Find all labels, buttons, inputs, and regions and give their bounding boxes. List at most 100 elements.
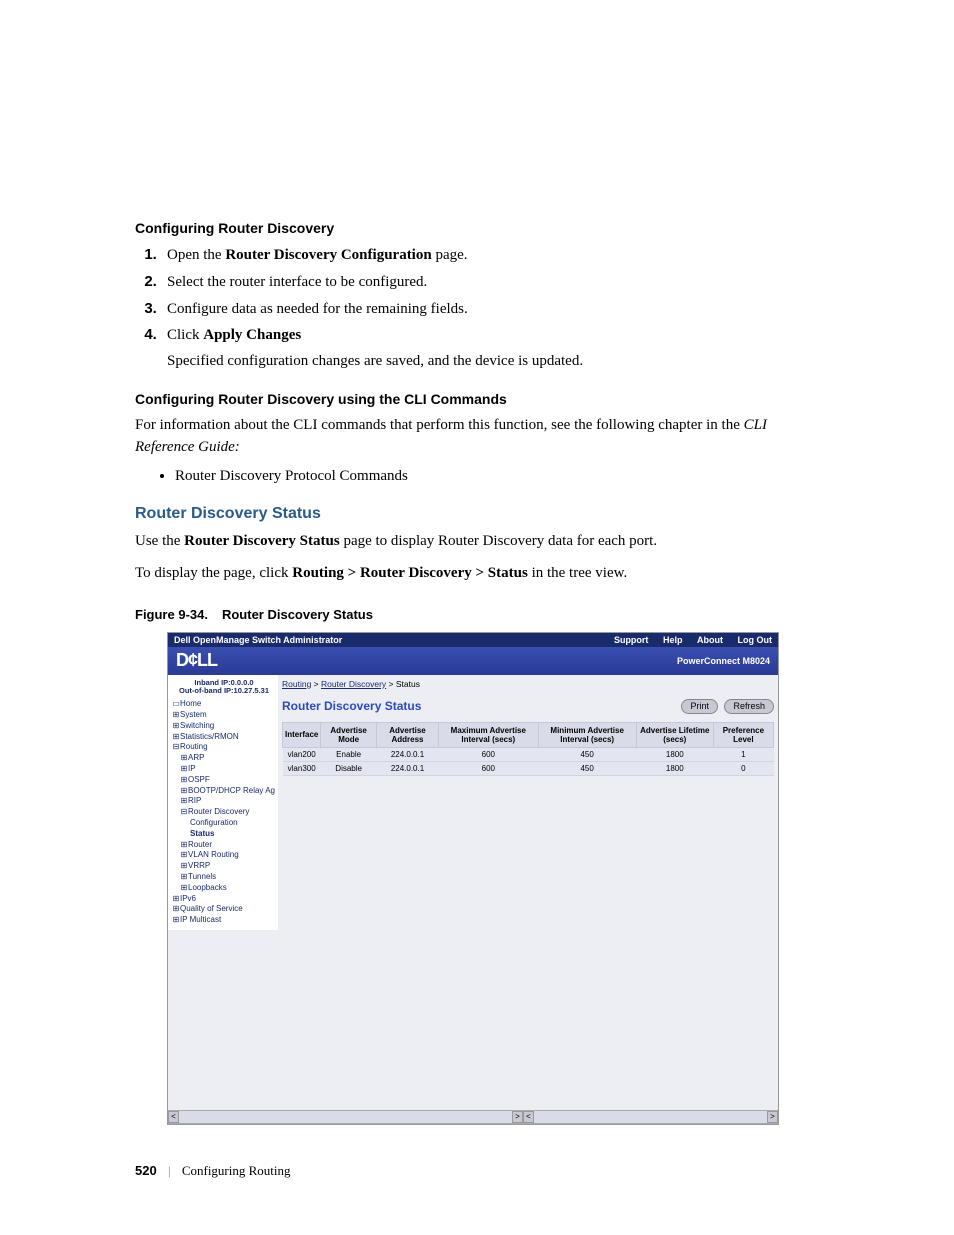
rds-p2-bold: Routing > Router Discovery > Status: [292, 565, 528, 581]
table-row: vlan300 Disable 224.0.0.1 600 450 1800 0: [283, 761, 774, 775]
tree-loop[interactable]: ⊞Loopbacks: [172, 883, 276, 894]
cli-bullet-list: Router Discovery Protocol Commands: [135, 468, 819, 485]
tree-router[interactable]: ⊞Router: [172, 840, 276, 851]
nav-tree: ▭Home ⊞System ⊞Switching ⊞Statistics/RMO…: [172, 699, 276, 926]
th-min-int: Minimum Advertise Interval (secs): [538, 722, 636, 747]
scroll-left-icon[interactable]: <: [523, 1111, 534, 1123]
link-support[interactable]: Support: [614, 635, 649, 645]
heading-config-rd-cli: Configuring Router Discovery using the C…: [135, 391, 819, 407]
panel-title: Router Discovery Status: [282, 699, 421, 713]
cell-addr: 224.0.0.1: [376, 747, 438, 761]
th-lifetime: Advertise Lifetime (secs): [636, 722, 713, 747]
page-footer: 520 | Configuring Routing: [135, 1163, 291, 1179]
topbar: Dell OpenManage Switch Administrator Sup…: [168, 633, 778, 647]
tree-bootp[interactable]: ⊞BOOTP/DHCP Relay Ag: [172, 786, 276, 797]
step-4-postline: Specified configuration changes are save…: [167, 351, 819, 373]
steps-list: Open the Router Discovery Configuration …: [135, 244, 819, 373]
rds-p1-post: page to display Router Discovery data fo…: [340, 533, 657, 549]
tree-vlanr[interactable]: ⊞VLAN Routing: [172, 850, 276, 861]
topbar-links: Support Help About Log Out: [602, 635, 772, 645]
tree-rd-status[interactable]: Status: [172, 829, 276, 840]
figure-title: Router Discovery Status: [222, 607, 373, 622]
cell-max: 600: [439, 761, 538, 775]
tree-rd[interactable]: ⊟Router Discovery: [172, 807, 276, 818]
step-2: Select the router interface to be config…: [161, 271, 819, 294]
link-about[interactable]: About: [697, 635, 723, 645]
cell-min: 450: [538, 747, 636, 761]
scroll-right-icon[interactable]: >: [767, 1111, 778, 1123]
tree-ospf[interactable]: ⊞OSPF: [172, 775, 276, 786]
rds-para2: To display the page, click Routing > Rou…: [135, 563, 819, 585]
step-1-pre: Open the: [167, 247, 225, 263]
rds-p2-pre: To display the page, click: [135, 565, 292, 581]
tree-rip[interactable]: ⊞RIP: [172, 796, 276, 807]
figure-caption: Figure 9-34. Router Discovery Status: [135, 607, 819, 622]
tree-switching[interactable]: ⊞Switching: [172, 721, 276, 732]
product-name: PowerConnect M8024: [677, 656, 770, 666]
oob-ip: Out-of-band IP:10.27.5.31: [172, 687, 276, 695]
print-button[interactable]: Print: [681, 699, 718, 714]
cli-para: For information about the CLI commands t…: [135, 415, 819, 459]
step-1-bold: Router Discovery Configuration: [225, 247, 431, 263]
status-table: Interface Advertise Mode Advertise Addre…: [282, 722, 774, 776]
link-help[interactable]: Help: [663, 635, 683, 645]
step-1: Open the Router Discovery Configuration …: [161, 244, 819, 267]
content-row: Inband IP:0.0.0.0 Out-of-band IP:10.27.5…: [168, 675, 778, 930]
figure-number: Figure 9-34.: [135, 607, 208, 622]
tree-routing[interactable]: ⊟Routing: [172, 742, 276, 753]
crumb-rd[interactable]: Router Discovery: [321, 679, 386, 689]
step-4-bold: Apply Changes: [203, 327, 301, 343]
crumb-routing[interactable]: Routing: [282, 679, 311, 689]
refresh-button[interactable]: Refresh: [724, 699, 774, 714]
cell-addr: 224.0.0.1: [376, 761, 438, 775]
th-adv-mode: Advertise Mode: [321, 722, 377, 747]
tree-qos[interactable]: ⊞Quality of Service: [172, 904, 276, 915]
scroll-left-icon[interactable]: <: [168, 1111, 179, 1123]
rds-p1-bold: Router Discovery Status: [184, 533, 340, 549]
hscrollbar[interactable]: < > < >: [168, 1110, 778, 1124]
tree-vrrp[interactable]: ⊞VRRP: [172, 861, 276, 872]
right-panel: Routing > Router Discovery > Status Rout…: [278, 675, 778, 930]
step-4: Click Apply Changes Specified configurat…: [161, 324, 819, 373]
left-panel: Inband IP:0.0.0.0 Out-of-band IP:10.27.5…: [168, 675, 278, 930]
page-number: 520: [135, 1163, 157, 1178]
cell-pref: 0: [713, 761, 773, 775]
screenshot: Dell OpenManage Switch Administrator Sup…: [167, 632, 779, 1125]
link-logout[interactable]: Log Out: [738, 635, 773, 645]
tree-system[interactable]: ⊞System: [172, 710, 276, 721]
tree-ipm[interactable]: ⊞IP Multicast: [172, 915, 276, 926]
tree-rd-config[interactable]: Configuration: [172, 818, 276, 829]
tree-ipv6[interactable]: ⊞IPv6: [172, 894, 276, 905]
scroll-right-icon[interactable]: >: [512, 1111, 523, 1123]
tree-stats[interactable]: ⊞Statistics/RMON: [172, 732, 276, 743]
tree-arp[interactable]: ⊞ARP: [172, 753, 276, 764]
rds-para1: Use the Router Discovery Status page to …: [135, 531, 819, 553]
rds-p2-post: in the tree view.: [528, 565, 627, 581]
heading-config-rd: Configuring Router Discovery: [135, 220, 819, 236]
brandbar: D¢LL PowerConnect M8024: [168, 647, 778, 675]
topbar-title: Dell OpenManage Switch Administrator: [174, 635, 342, 645]
tree-home[interactable]: ▭Home: [172, 699, 276, 710]
th-max-int: Maximum Advertise Interval (secs): [439, 722, 538, 747]
th-adv-addr: Advertise Address: [376, 722, 438, 747]
footer-divider: |: [168, 1163, 171, 1178]
cell-pref: 1: [713, 747, 773, 761]
section-name: Configuring Routing: [182, 1163, 291, 1178]
th-pref: Preference Level: [713, 722, 773, 747]
step-4-pre: Click: [167, 327, 203, 343]
cell-iface: vlan200: [283, 747, 321, 761]
step-1-post: page.: [432, 247, 468, 263]
document-page: Configuring Router Discovery Open the Ro…: [0, 0, 954, 1235]
rds-p1-pre: Use the: [135, 533, 184, 549]
tree-tunnels[interactable]: ⊞Tunnels: [172, 872, 276, 883]
bullet-rdp: Router Discovery Protocol Commands: [175, 468, 819, 485]
cell-max: 600: [439, 747, 538, 761]
cell-life: 1800: [636, 747, 713, 761]
step-3: Configure data as needed for the remaini…: [161, 298, 819, 321]
crumb-status: Status: [396, 679, 420, 689]
dell-logo: D¢LL: [176, 650, 217, 671]
table-row: vlan200 Enable 224.0.0.1 600 450 1800 1: [283, 747, 774, 761]
th-interface: Interface: [283, 722, 321, 747]
tree-ip[interactable]: ⊞IP: [172, 764, 276, 775]
cell-mode: Disable: [321, 761, 377, 775]
